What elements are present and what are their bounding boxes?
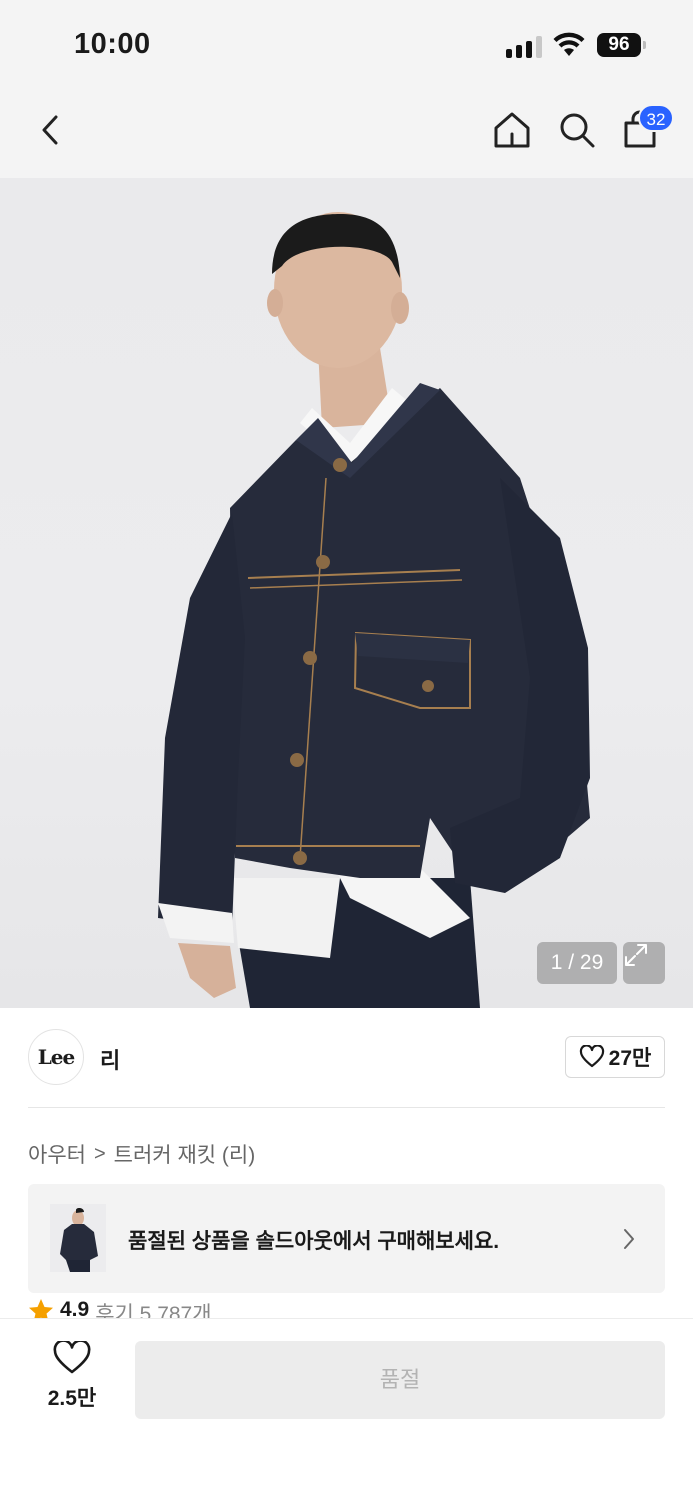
bottom-action-bar: 2.5만 품절 [0,1318,693,1500]
heart-icon [579,1045,604,1068]
rating-score: 4.9 [60,1298,90,1318]
breadcrumb-product[interactable]: 트러커 재킷 (리) [114,1139,256,1169]
status-time: 10:00 [74,28,151,60]
brand-name[interactable]: 리 [100,1043,120,1075]
wifi-icon [553,32,585,56]
top-nav [0,90,693,178]
soldout-buy-button[interactable]: 품절 [135,1341,665,1419]
brand-logo-text: Lee [37,1045,76,1069]
back-button[interactable] [28,108,72,152]
star-icon [29,1299,53,1318]
home-icon [494,112,530,148]
breadcrumb-category[interactable]: 아우터 [28,1139,86,1169]
product-photo [158,212,590,1008]
breadcrumb: 아우터 > 트러커 재킷 (리) [28,1139,255,1169]
soldout-banner[interactable]: 품절된 상품을 솔드아웃에서 구매해보세요. [28,1184,665,1293]
home-button[interactable] [490,108,534,152]
review-count: 후기 5,787개 [95,1303,212,1318]
wishlist-button[interactable]: 2.5만 [30,1339,114,1421]
product-thumbnail [50,1204,106,1272]
brand-logo[interactable]: Lee [28,1029,84,1085]
wishlist-count: 2.5만 [47,1387,97,1410]
search-button[interactable] [555,108,599,152]
cellular-signal-icon [506,36,542,58]
product-image-gallery[interactable]: 1 / 29 [0,178,693,1008]
expand-icon [625,944,647,966]
soldout-message: 품절된 상품을 솔드아웃에서 구매해보세요. [128,1230,500,1253]
battery-nub [643,41,646,49]
search-icon [560,113,595,148]
chevron-right-icon [624,1229,634,1249]
divider [28,1107,665,1108]
chevron-right-icon: > [93,1142,106,1165]
status-bar: 10:00 96 [0,0,693,90]
rating-summary[interactable]: 4.9 후기 5,787개 [28,1298,212,1318]
expand-image-button[interactable] [623,942,665,984]
image-counter: 1 / 29 [537,942,617,984]
battery-indicator: 96 [597,33,641,57]
cart-count-badge: 32 [638,104,674,132]
brand-like-button[interactable]: 27만 [565,1036,665,1078]
heart-icon [53,1339,91,1374]
brand-like-count: 27만 [608,1047,652,1070]
chevron-left-icon [42,115,58,145]
brand-row: Lee 리 27만 [28,1026,665,1088]
